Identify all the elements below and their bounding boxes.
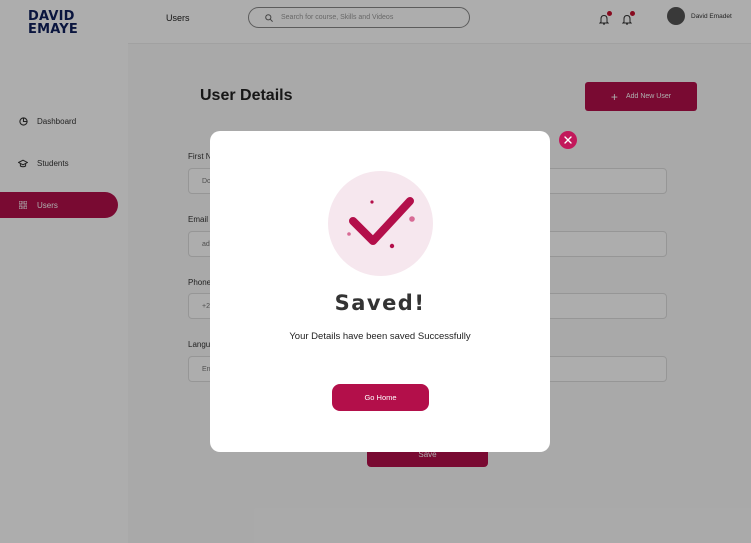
go-home-button[interactable]: Go Home: [332, 384, 429, 411]
success-check-icon: [328, 171, 433, 276]
close-icon[interactable]: [559, 131, 577, 149]
modal-message: Your Details have been saved Successfull…: [289, 331, 471, 342]
modal-title: Saved!: [334, 291, 426, 315]
success-modal: Saved! Your Details have been saved Succ…: [210, 131, 550, 452]
